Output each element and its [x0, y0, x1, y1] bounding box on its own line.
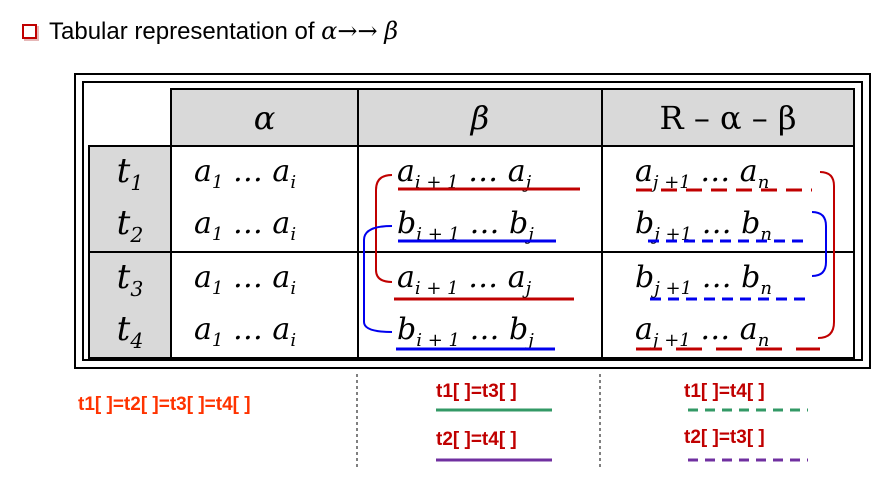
table-row: t2 a1 … ai bi + 1 … bj bj +1 … bn — [88, 199, 855, 252]
relation-table: α β R – α – β t1 a1 … ai ai + 1 … aj aj … — [88, 88, 855, 359]
tuple-label: t4 — [88, 305, 172, 359]
beta-cell: ai + 1 … aj — [357, 146, 603, 199]
title-alpha: α — [321, 16, 338, 45]
table-row: t4 a1 … ai bi + 1 … bj aj +1 … an — [88, 305, 855, 359]
slide-title: Tabular representation of α→→ β — [22, 14, 398, 48]
alpha-cell: a1 … ai — [170, 305, 359, 359]
rest-equality-1: t1[ ]=t4[ ] — [684, 381, 765, 402]
alpha-equality: t1[ ]=t2[ ]=t3[ ]=t4[ ] — [78, 394, 251, 415]
tuple-label: t2 — [88, 199, 172, 252]
checkbox-bullet-icon — [22, 23, 37, 39]
rest-cell: bj +1 … bn — [601, 199, 855, 252]
beta-cell: ai + 1 … aj — [357, 251, 603, 305]
tuple-label: t3 — [88, 251, 172, 305]
header-alpha: α — [170, 88, 359, 147]
rest-cell: aj +1 … an — [601, 146, 855, 199]
title-arrow: →→ — [337, 16, 378, 45]
title-text: Tabular representation of — [49, 17, 315, 45]
table-row: t3 a1 … ai ai + 1 … aj bj +1 … bn — [88, 251, 855, 305]
corner-cell — [89, 89, 172, 147]
table-row: t1 a1 … ai ai + 1 … aj aj +1 … an — [88, 146, 855, 199]
beta-equality-2: t2[ ]=t4[ ] — [436, 429, 517, 450]
alpha-cell: a1 … ai — [170, 146, 359, 199]
title-beta: β — [384, 16, 399, 45]
beta-equality-1: t1[ ]=t3[ ] — [436, 381, 517, 402]
beta-cell: bi + 1 … bj — [357, 199, 603, 252]
rest-cell: aj +1 … an — [601, 305, 855, 359]
rest-equality-2: t2[ ]=t3[ ] — [684, 427, 765, 448]
beta-cell: bi + 1 … bj — [357, 305, 603, 359]
header-rest: R – α – β — [601, 88, 855, 147]
rest-cell: bj +1 … bn — [601, 251, 855, 305]
alpha-cell: a1 … ai — [170, 199, 359, 252]
alpha-cell: a1 … ai — [170, 251, 359, 305]
header-row: α β R – α – β — [89, 88, 855, 147]
tuple-label: t1 — [88, 146, 172, 199]
header-beta: β — [357, 88, 603, 147]
